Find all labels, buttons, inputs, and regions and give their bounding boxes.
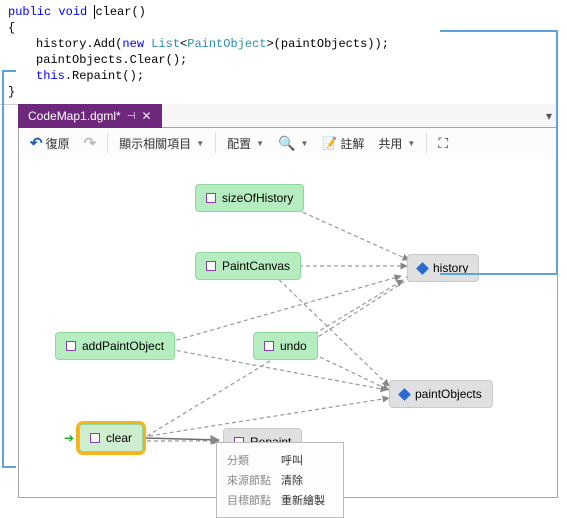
type-list: List	[151, 37, 180, 51]
method-icon	[90, 433, 100, 443]
share-button[interactable]: 共用▼	[373, 132, 420, 155]
kw-void: void	[58, 5, 87, 19]
comment-icon: 📝	[322, 136, 337, 150]
node-paintobjects[interactable]: paintObjects	[389, 380, 493, 408]
redo-icon: ↷	[84, 134, 97, 152]
node-clear[interactable]: ➔ clear	[79, 424, 143, 452]
brace-close: }	[8, 84, 412, 100]
kw-this: this	[36, 69, 65, 83]
brace-open: {	[8, 20, 412, 36]
pin-icon[interactable]: ⊣	[127, 111, 136, 122]
kw-public: public	[8, 5, 51, 19]
zoom-button[interactable]: 🔍▼	[273, 132, 313, 155]
kw-new: new	[122, 37, 144, 51]
node-sizeofhistory[interactable]: sizeOfHistory	[195, 184, 304, 212]
field-icon	[416, 262, 429, 275]
redo-button[interactable]: ↷	[79, 131, 102, 155]
show-related-button[interactable]: 顯示相關項目▼	[114, 132, 209, 155]
method-icon	[66, 341, 76, 351]
node-paintcanvas[interactable]: PaintCanvas	[195, 252, 301, 280]
paren: ()	[131, 5, 145, 19]
method-icon	[264, 341, 274, 351]
tab-label: CodeMap1.dgml*	[28, 109, 121, 123]
callout-bracket-left	[2, 70, 16, 468]
node-addpaintobject[interactable]: addPaintObject	[55, 332, 175, 360]
tab-codemap[interactable]: CodeMap1.dgml* ⊣ ✕	[18, 104, 162, 128]
comment-button[interactable]: 📝註解	[317, 132, 369, 155]
edge-tooltip: 分類呼叫 來源節點清除 目標節點重新繪製	[216, 442, 344, 518]
undo-button[interactable]: ↶復原	[25, 131, 75, 155]
callout-bracket-right	[440, 30, 558, 275]
code-line-2: paintObjects.Clear();	[8, 52, 412, 68]
field-icon	[398, 388, 411, 401]
entry-arrow-icon: ➔	[64, 431, 74, 445]
method-icon	[206, 193, 216, 203]
method-name: clear	[95, 5, 131, 19]
code-line-3: .Repaint();	[65, 69, 144, 83]
method-icon	[206, 261, 216, 271]
type-paintobject: PaintObject	[187, 37, 266, 51]
code-line-1a: history.Add(	[36, 37, 122, 51]
zoom-icon: 🔍	[278, 135, 295, 152]
undo-icon: ↶	[30, 134, 43, 152]
node-undo[interactable]: undo	[253, 332, 318, 360]
layout-button[interactable]: 配置▼	[222, 132, 269, 155]
code-line-1c: (paintObjects));	[274, 37, 389, 51]
close-icon[interactable]: ✕	[141, 109, 151, 123]
code-editor: public void clear() { history.Add(new Li…	[0, 0, 420, 105]
